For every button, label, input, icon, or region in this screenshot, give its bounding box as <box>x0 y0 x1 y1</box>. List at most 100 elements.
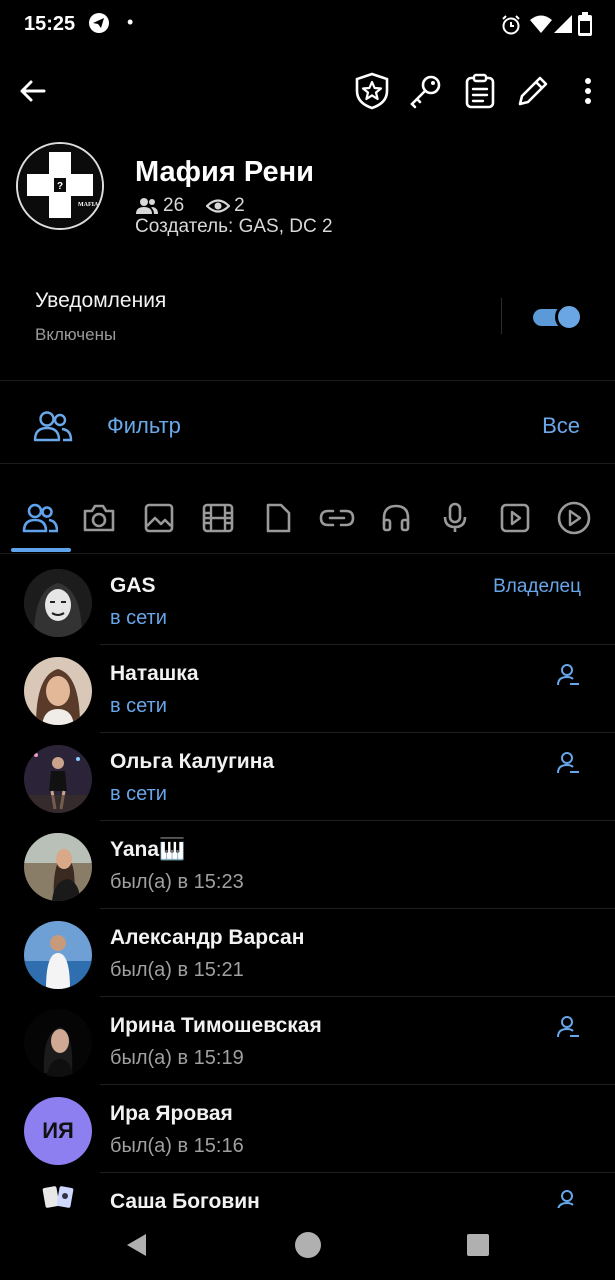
divider <box>0 553 615 554</box>
admin-icon <box>556 1190 580 1208</box>
divider <box>0 380 615 381</box>
avatar <box>24 569 92 637</box>
square-recents-icon <box>467 1234 489 1256</box>
status-bar: 15:25 • <box>0 0 615 52</box>
back-nav-button[interactable] <box>124 1232 148 1258</box>
member-row[interactable]: Александр Варсан был(а) в 15:21 <box>0 909 615 997</box>
member-name: Александр Варсан <box>110 926 305 949</box>
member-row[interactable]: Наташка в сети <box>0 645 615 733</box>
filter-value[interactable]: Все <box>542 413 580 439</box>
tab-videos[interactable] <box>200 500 236 536</box>
avatar: ИЯ <box>24 1097 92 1165</box>
member-row[interactable]: Yana🎹 был(а) в 15:23 <box>0 821 615 909</box>
member-name: Ира Яровая <box>110 1102 233 1125</box>
svg-text:MAFIA: MAFIA <box>78 202 99 208</box>
admin-icon <box>556 752 580 774</box>
admins-button[interactable] <box>350 69 394 113</box>
member-status: был(а) в 15:23 <box>110 871 244 893</box>
member-status: в сети <box>110 695 167 717</box>
signal-icon <box>553 14 573 34</box>
more-menu-button[interactable] <box>566 69 610 113</box>
battery-icon <box>578 12 592 36</box>
member-status: был(а) в 15:16 <box>110 1135 244 1157</box>
microphone-icon <box>443 502 467 532</box>
member-row[interactable]: Ирина Тимошевская был(а) в 15:19 <box>0 997 615 1085</box>
active-tab-indicator <box>11 548 71 552</box>
tab-files[interactable] <box>260 500 296 536</box>
group-meta: 26 2 <box>135 195 245 217</box>
tab-links[interactable] <box>319 500 355 536</box>
member-name: Наташка <box>110 662 199 685</box>
triangle-back-icon <box>127 1234 146 1256</box>
divider <box>0 463 615 464</box>
member-name: Ирина Тимошевская <box>110 1014 322 1037</box>
member-name: GAS <box>110 574 156 597</box>
eye-icon <box>206 199 231 213</box>
creator-info: Создатель: GAS, DC 2 <box>135 216 333 237</box>
more-vertical-icon <box>585 78 591 104</box>
status-time: 15:25 <box>24 13 76 35</box>
filter-label[interactable]: Фильтр <box>107 413 181 439</box>
mafia-logo-icon: ? MAFIA <box>18 144 102 228</box>
member-name: Ольга Калугина <box>110 750 275 773</box>
member-status: в сети <box>110 783 167 805</box>
member-row[interactable]: ИЯ Ира Яровая был(а) в 15:16 <box>0 1085 615 1173</box>
circle-home-icon <box>295 1232 321 1258</box>
avatar <box>24 745 92 813</box>
member-status: был(а) в 15:19 <box>110 1047 244 1069</box>
tab-members[interactable] <box>22 500 58 536</box>
file-icon <box>266 503 291 533</box>
wifi-icon <box>529 14 553 34</box>
recents-nav-button[interactable] <box>466 1233 490 1257</box>
member-role: Владелец <box>493 576 581 597</box>
image-icon <box>144 503 174 533</box>
tab-photos[interactable] <box>81 500 117 536</box>
shield-star-icon <box>355 72 389 110</box>
member-row[interactable]: Ольга Калугина в сети <box>0 733 615 821</box>
back-button[interactable] <box>11 69 55 113</box>
tab-images[interactable] <box>141 500 177 536</box>
permissions-button[interactable] <box>404 69 448 113</box>
tab-voice[interactable] <box>437 500 473 536</box>
edit-button[interactable] <box>511 69 555 113</box>
member-name: Yana🎹 <box>110 838 186 861</box>
arrow-left-icon <box>20 80 46 102</box>
members-icon <box>22 503 58 533</box>
telegram-status-icon <box>88 12 110 34</box>
group-title: Мафия Рени <box>135 156 314 188</box>
headphones-icon <box>382 504 410 532</box>
status-dot: • <box>127 12 134 32</box>
notifications-label[interactable]: Уведомления <box>35 289 166 313</box>
avatar <box>24 657 92 725</box>
member-name: Саша Боговин <box>110 1190 260 1208</box>
member-status: был(а) в 15:21 <box>110 959 244 981</box>
avatar <box>24 921 92 989</box>
members-count: 26 <box>163 195 185 216</box>
avatar <box>24 1009 92 1077</box>
clipboard-list-icon <box>465 73 495 109</box>
recent-actions-button[interactable] <box>458 69 502 113</box>
video-square-icon <box>500 503 530 533</box>
play-circle-icon <box>557 501 591 535</box>
online-count: 2 <box>234 195 245 216</box>
member-status: в сети <box>110 607 167 629</box>
group-avatar[interactable]: ? MAFIA <box>16 142 104 230</box>
tab-video-messages[interactable] <box>497 500 533 536</box>
avatar <box>24 833 92 901</box>
notifications-status: Включены <box>35 325 117 344</box>
pencil-icon <box>518 76 548 106</box>
link-icon <box>319 509 355 527</box>
avatar-initials: ИЯ <box>42 1118 74 1143</box>
alarm-icon <box>500 14 522 36</box>
camera-icon <box>83 504 115 532</box>
tab-music[interactable] <box>378 500 414 536</box>
filter-icon <box>33 410 73 442</box>
system-nav-bar <box>0 1208 615 1280</box>
tab-gifs[interactable] <box>556 500 592 536</box>
svg-text:?: ? <box>57 181 63 192</box>
home-nav-button[interactable] <box>294 1231 322 1259</box>
member-row[interactable]: GAS в сети Владелец <box>0 557 615 645</box>
member-row[interactable]: Саша Боговин <box>0 1173 615 1208</box>
divider <box>501 298 502 334</box>
notifications-toggle[interactable] <box>531 303 584 331</box>
